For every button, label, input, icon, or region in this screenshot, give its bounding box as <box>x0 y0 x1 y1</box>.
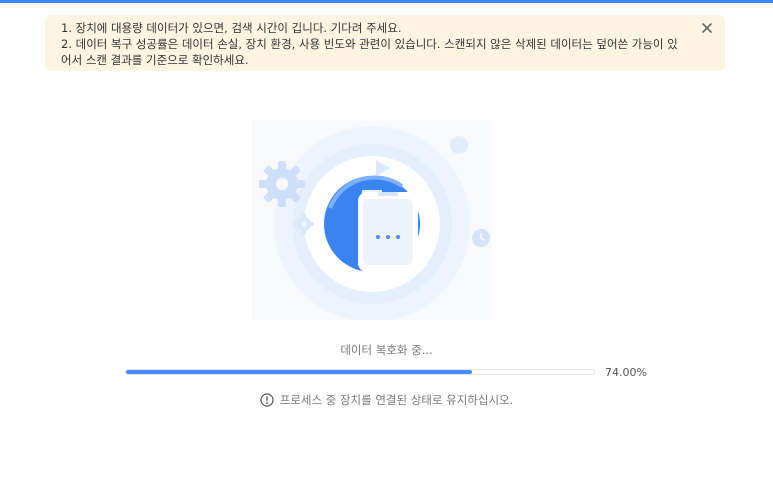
notice-line-1: 1. 장치에 대용량 데이터가 있으면, 검색 시간이 깁니다. 기다려 주세요… <box>61 21 402 35</box>
recovery-progress-screen: 1. 장치에 대용량 데이터가 있으면, 검색 시간이 깁니다. 기다려 주세요… <box>0 0 773 487</box>
notice-line-2: 2. 데이터 복구 성공률은 데이터 손실, 장치 환경, 사용 빈도와 관련이… <box>61 37 678 67</box>
close-icon[interactable] <box>699 20 715 36</box>
progress-bar <box>125 369 595 375</box>
window-top-accent-bar <box>0 0 773 3</box>
recovery-illustration <box>252 120 492 322</box>
progress-bar-fill <box>126 370 473 374</box>
status-label: 데이터 복호화 중... <box>340 343 433 357</box>
clock-icon <box>472 229 490 247</box>
exclamation-circle-icon <box>260 393 274 407</box>
phone-icon <box>358 192 418 272</box>
warning-text: 프로세스 중 장치를 연결된 상태로 유지하십시오. <box>279 393 514 407</box>
notice-banner: 1. 장치에 대용량 데이터가 있으면, 검색 시간이 깁니다. 기다려 주세요… <box>45 15 725 71</box>
keep-connected-warning: 프로세스 중 장치를 연결된 상태로 유지하십시오. <box>0 392 773 408</box>
decor-dot <box>450 136 468 154</box>
gear-icon-large <box>259 161 305 207</box>
progress-percentage: 74.00% <box>605 366 647 379</box>
